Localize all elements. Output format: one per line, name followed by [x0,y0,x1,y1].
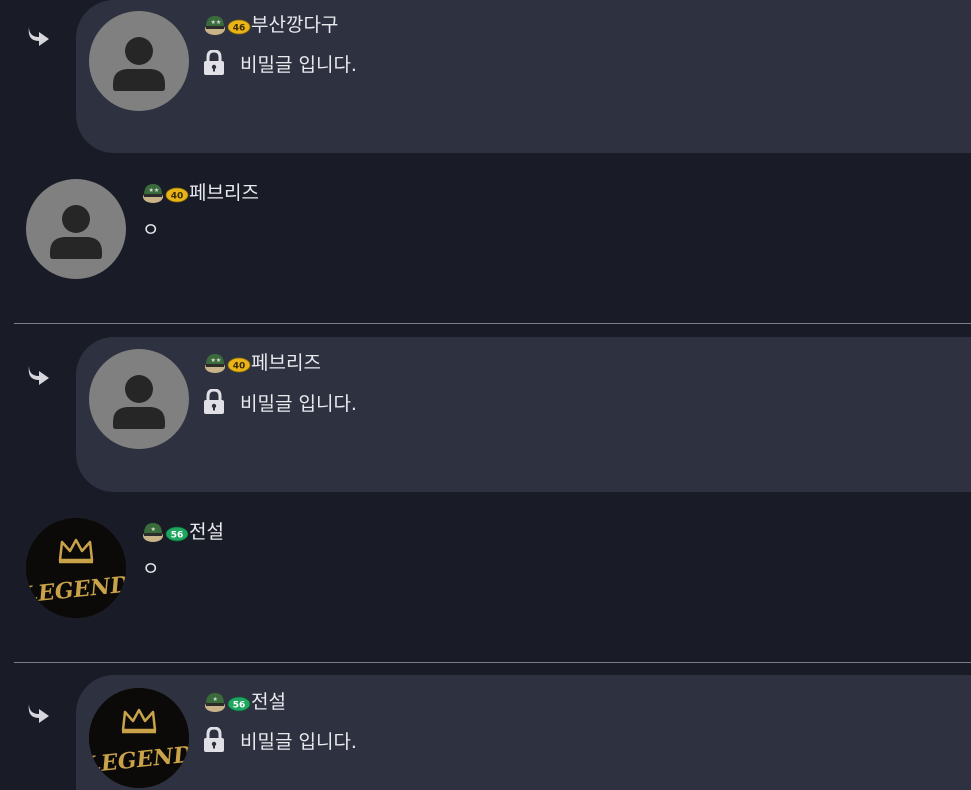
svg-text:★★: ★★ [211,357,222,364]
rank-cap-icon: ★ [203,690,227,714]
author-row: ★★ 40 페브리즈 [203,351,321,375]
divider [14,662,971,663]
reply-arrow-icon [28,704,49,723]
divider [14,323,971,324]
avatar[interactable] [89,349,189,449]
svg-text:★: ★ [213,696,218,703]
svg-text:56: 56 [171,531,184,541]
legend-avatar-icon: LEGEND [26,518,126,618]
lock-icon [204,389,224,414]
svg-text:56: 56 [233,701,246,711]
author-name[interactable]: 전설 [251,690,286,714]
comment-thread: ★★ 46 부산깡다구 비밀글 입니다. ★★ 40 페브리즈 ㅇ ★★ 40 … [0,0,971,790]
rank-cap-icon: ★ [141,520,165,544]
author-row: ★ 56 전설 [141,520,224,544]
default-avatar-icon [113,375,165,429]
secret-notice: 비밀글 입니다. [203,389,357,415]
svg-text:40: 40 [171,192,184,202]
author-name[interactable]: 부산깡다구 [251,13,338,37]
svg-text:40: 40 [233,362,246,372]
level-badge: 40 [165,181,189,205]
lock-icon [204,727,224,752]
rank-cap-icon: ★★ [141,181,165,205]
comment-body: ㅇ [142,219,160,241]
level-badge: 46 [227,13,251,37]
legend-avatar-icon: LEGEND [89,688,189,788]
author-name[interactable]: 전설 [189,520,224,544]
svg-text:★: ★ [151,526,156,533]
svg-text:★★: ★★ [211,19,222,26]
secret-notice: 비밀글 입니다. [203,50,357,76]
rank-cap-icon: ★★ [203,351,227,375]
avatar[interactable] [89,11,189,111]
author-row: ★ 56 전설 [203,690,286,714]
level-badge: 56 [227,690,251,714]
svg-text:46: 46 [233,24,246,34]
secret-text: 비밀글 입니다. [240,730,357,753]
author-row: ★★ 46 부산깡다구 [203,13,338,37]
default-avatar-icon [113,37,165,91]
secret-notice: 비밀글 입니다. [203,727,357,753]
reply-arrow-icon [28,27,49,46]
author-name[interactable]: 페브리즈 [189,181,259,205]
avatar[interactable]: LEGEND [26,518,126,618]
level-badge: 40 [227,351,251,375]
secret-text: 비밀글 입니다. [240,392,357,415]
default-avatar-icon [50,205,102,259]
rank-cap-icon: ★★ [203,13,227,37]
lock-icon [204,50,224,75]
level-badge: 56 [165,520,189,544]
avatar[interactable] [26,179,126,279]
svg-text:★★: ★★ [149,187,160,194]
author-name[interactable]: 페브리즈 [251,351,321,375]
reply-arrow-icon [28,366,49,385]
avatar[interactable]: LEGEND [89,688,189,788]
comment-body: ㅇ [142,558,160,580]
author-row: ★★ 40 페브리즈 [141,181,259,205]
secret-text: 비밀글 입니다. [240,53,357,76]
